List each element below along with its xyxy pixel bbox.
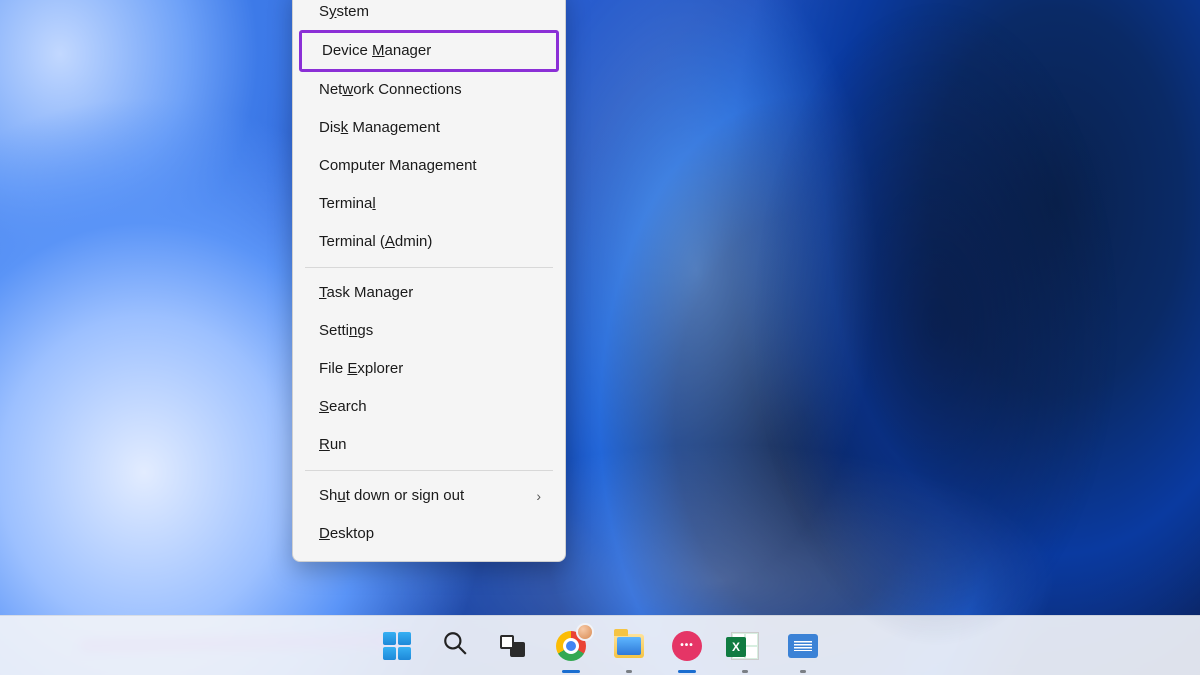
menu-item-shutdown-signout[interactable]: Shut down or sign out › [293,477,565,515]
menu-item-label: Computer Management [319,147,477,185]
menu-item-network-connections[interactable]: Network Connections [293,71,565,109]
search-icon [442,630,468,661]
chevron-right-icon: › [536,477,541,515]
profile-avatar-icon [576,623,594,641]
menu-item-label: Task Manager [319,274,413,312]
chrome-taskbar-button[interactable] [550,625,592,667]
menu-item-label: System [319,0,369,31]
menu-item-label: Network Connections [319,71,462,109]
winx-context-menu: SystemDevice ManagerNetwork ConnectionsD… [292,0,566,562]
taskbar: ••• [0,615,1200,675]
menu-item-terminal[interactable]: Terminal [293,185,565,223]
menu-item-desktop[interactable]: Desktop [293,515,565,553]
file-explorer-icon [614,634,644,658]
task-view-button[interactable] [492,625,534,667]
file-explorer-taskbar-button[interactable] [608,625,650,667]
task-view-icon [500,635,526,657]
menu-item-label: Run [319,426,347,464]
menu-item-device-manager[interactable]: Device Manager [299,30,559,72]
menu-item-label: Device Manager [322,33,431,69]
menu-item-file-explorer[interactable]: File Explorer [293,350,565,388]
excel-icon [731,632,759,660]
menu-item-label: Disk Management [319,109,440,147]
search-button[interactable] [434,625,476,667]
menu-item-label: Search [319,388,367,426]
windows-logo-icon [383,632,411,660]
snagit-icon: ••• [672,631,702,661]
menu-item-system[interactable]: System [293,0,565,31]
menu-item-label: File Explorer [319,350,403,388]
menu-item-label: Terminal [319,185,376,223]
menu-item-terminal-admin[interactable]: Terminal (Admin) [293,223,565,261]
menu-item-run[interactable]: Run [293,426,565,464]
snagit-taskbar-button[interactable]: ••• [666,625,708,667]
menu-item-label: Terminal (Admin) [319,223,432,261]
menu-item-label: Settings [319,312,373,350]
start-button[interactable] [376,625,418,667]
menu-item-label: Shut down or sign out [319,477,464,515]
excel-taskbar-button[interactable] [724,625,766,667]
wordpad-icon [788,634,818,658]
menu-item-computer-management[interactable]: Computer Management [293,147,565,185]
menu-item-label: Desktop [319,515,374,553]
menu-separator [305,267,553,268]
menu-separator [305,470,553,471]
menu-item-disk-management[interactable]: Disk Management [293,109,565,147]
wordpad-taskbar-button[interactable] [782,625,824,667]
menu-item-search[interactable]: Search [293,388,565,426]
desktop-wallpaper: SystemDevice ManagerNetwork ConnectionsD… [0,0,1200,675]
menu-item-settings[interactable]: Settings [293,312,565,350]
menu-item-task-manager[interactable]: Task Manager [293,274,565,312]
